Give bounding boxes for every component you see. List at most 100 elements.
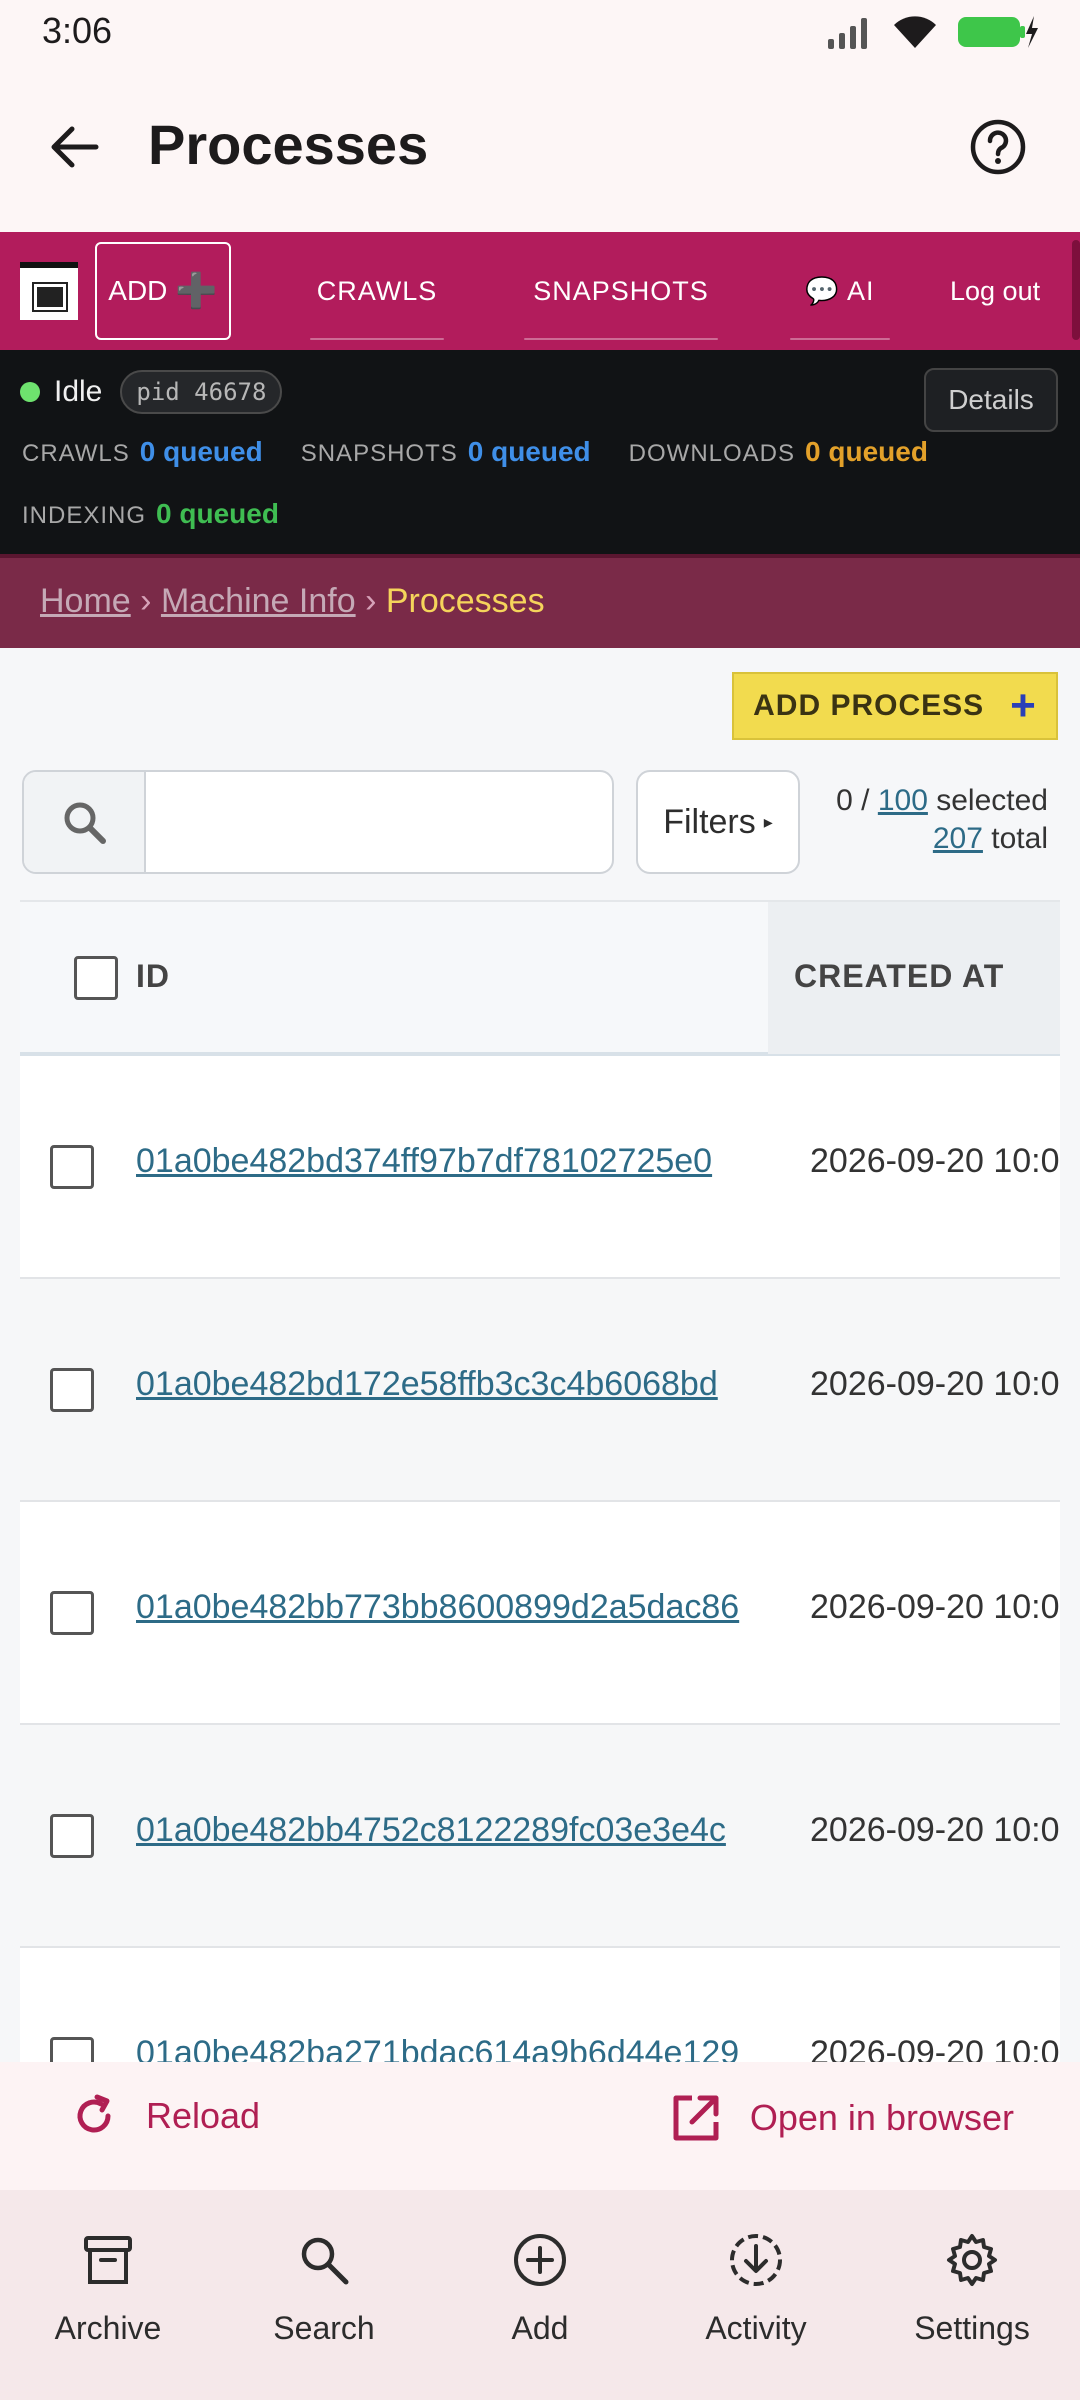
nav-add-button[interactable]: ADD ➕ <box>95 242 231 340</box>
queue-label-downloads: DOWNLOADS <box>628 440 796 467</box>
reload-button[interactable]: Reload <box>70 2092 260 2140</box>
search-icon <box>64 802 106 844</box>
bottom-tab-settings[interactable]: Settings <box>864 2190 1080 2400</box>
queue-summary: CRAWLS 0 queued SNAPSHOTS 0 queued DOWNL… <box>22 436 928 468</box>
open-in-browser-button[interactable]: Open in browser <box>670 2092 1014 2144</box>
page-title: Processes <box>148 113 429 176</box>
search-input[interactable] <box>148 772 612 872</box>
table-row: 01a0be482bb773bb8600899d2a5dac86 2026-09… <box>20 1502 1060 1725</box>
breadcrumb-separator: › <box>365 582 377 620</box>
app-bar: Processes <box>0 62 1080 232</box>
archivebox-logo-icon[interactable] <box>20 262 78 320</box>
row-checkbox[interactable] <box>50 1814 94 1858</box>
queue-value-indexing: 0 queued <box>156 498 279 529</box>
total-label: total <box>991 822 1048 855</box>
nav-scrollbar[interactable] <box>1072 240 1080 340</box>
selected-count: 0 <box>836 784 853 817</box>
breadcrumb-machine-info-link[interactable]: Machine Info <box>161 582 356 620</box>
queue-label-snapshots: SNAPSHOTS <box>300 440 458 467</box>
row-checkbox[interactable] <box>50 1591 94 1635</box>
selection-counter: 0 / 100 selected 207 total <box>836 784 1048 855</box>
triangle-right-icon: ▸ <box>763 811 773 832</box>
table-row: 01a0be482ba271bdac614a9b6d44e129 2026-09… <box>20 1948 1060 2062</box>
search-box <box>22 770 614 874</box>
reload-icon <box>77 2094 111 2133</box>
bottom-tab-label: Activity <box>705 2310 807 2346</box>
table-row: 01a0be482bd374ff97b7df78102725e0 2026-09… <box>20 1056 1060 1279</box>
details-button[interactable]: Details <box>924 368 1058 432</box>
nav-item-ai[interactable]: 💬 AI <box>790 232 890 350</box>
open-external-icon <box>673 2095 719 2141</box>
changelist-content: ADD PROCESS + Filters ▸ 0 / 100 selected… <box>0 648 1080 2062</box>
table-row: 01a0be482bb4752c8122289fc03e3e4c 2026-09… <box>20 1725 1060 1948</box>
results-table: ID CREATED AT 01a0be482bd374ff97b7df7810… <box>20 900 1060 2062</box>
selected-label: selected <box>936 784 1048 817</box>
status-time: 3:06 <box>42 10 113 51</box>
filters-button[interactable]: Filters ▸ <box>636 770 800 874</box>
breadcrumb-home-link[interactable]: Home <box>40 582 131 620</box>
process-id-link[interactable]: 01a0be482bd374ff97b7df78102725e0 <box>136 1142 712 1181</box>
add-process-button[interactable]: ADD PROCESS + <box>732 672 1058 740</box>
queue-label-crawls: CRAWLS <box>22 440 130 467</box>
filters-label: Filters <box>663 802 756 841</box>
reload-label: Reload <box>146 2095 261 2136</box>
bottom-tab-label: Archive <box>54 2310 162 2346</box>
bottom-tab-label: Search <box>273 2310 375 2346</box>
breadcrumb-current: Processes <box>385 582 545 620</box>
battery-charging-icon <box>958 16 1038 48</box>
add-process-label: ADD PROCESS <box>753 689 985 722</box>
row-checkbox[interactable] <box>50 1145 94 1189</box>
row-checkbox[interactable] <box>50 2037 94 2062</box>
add-circle-icon <box>514 2234 566 2286</box>
breadcrumb-separator: › <box>140 582 152 620</box>
archive-icon <box>84 2236 132 2284</box>
created-at-cell: 2026-09-20 10:0 <box>810 1588 1060 1626</box>
nav-add-label: ADD <box>108 275 168 306</box>
help-icon[interactable] <box>968 117 1028 177</box>
download-activity-icon <box>730 2234 782 2286</box>
created-at-cell: 2026-09-20 10:0 <box>810 2034 1060 2062</box>
bottom-tab-activity[interactable]: Activity <box>648 2190 864 2400</box>
nav-item-logout[interactable]: Log out <box>950 232 1080 350</box>
wifi-icon <box>894 16 936 48</box>
table-row: 01a0be482bd172e58ffb3c3c4b6068bd 2026-09… <box>20 1279 1060 1502</box>
bottom-tab-search[interactable]: Search <box>216 2190 432 2400</box>
nav-item-snapshots[interactable]: SNAPSHOTS <box>524 232 718 350</box>
gear-icon <box>947 2234 997 2286</box>
bottom-tab-archive[interactable]: Archive <box>0 2190 216 2400</box>
queue-value-crawls: 0 queued <box>139 436 263 467</box>
total-count-link[interactable]: 207 <box>933 822 983 855</box>
breadcrumb: Home › Machine Info › Processes <box>0 558 1080 648</box>
created-at-cell: 2026-09-20 10:0 <box>810 1142 1060 1180</box>
queue-summary-indexing: INDEXING 0 queued <box>22 498 279 530</box>
back-arrow-icon[interactable] <box>44 117 104 177</box>
plus-icon: + <box>1010 681 1037 730</box>
search-icon <box>301 2237 349 2285</box>
process-id-link[interactable]: 01a0be482ba271bdac614a9b6d44e129 <box>136 2034 739 2062</box>
process-id-link[interactable]: 01a0be482bd172e58ffb3c3c4b6068bd <box>136 1365 718 1404</box>
top-nav: ADD ➕ CRAWLS SNAPSHOTS 💬 AI Log out <box>0 232 1080 350</box>
process-id-link[interactable]: 01a0be482bb773bb8600899d2a5dac86 <box>136 1588 739 1627</box>
open-in-browser-label: Open in browser <box>749 2097 1014 2138</box>
bottom-tab-label: Add <box>511 2310 569 2346</box>
search-button[interactable] <box>24 772 146 872</box>
select-all-checkbox[interactable] <box>74 956 118 1000</box>
queue-value-snapshots: 0 queued <box>467 436 591 467</box>
plus-icon: ➕ <box>175 272 218 310</box>
status-bar: 3:06 <box>0 0 1080 62</box>
webview-actions-bar: Reload Open in browser <box>0 2062 1080 2190</box>
column-header-created-at[interactable]: CREATED AT <box>794 958 1004 995</box>
queue-value-downloads: 0 queued <box>805 436 928 467</box>
nav-item-crawls[interactable]: CRAWLS <box>310 232 444 350</box>
pid-badge: pid 46678 <box>120 370 283 414</box>
process-id-link[interactable]: 01a0be482bb4752c8122289fc03e3e4c <box>136 1811 726 1850</box>
row-checkbox[interactable] <box>50 1368 94 1412</box>
status-dot-icon <box>20 382 40 402</box>
page-size-link[interactable]: 100 <box>878 784 928 817</box>
created-at-cell: 2026-09-20 10:0 <box>810 1365 1060 1403</box>
bottom-tab-label: Settings <box>914 2310 1030 2346</box>
column-header-id[interactable]: ID <box>136 958 170 995</box>
created-at-cell: 2026-09-20 10:0 <box>810 1811 1060 1849</box>
table-header: ID CREATED AT <box>20 900 1060 1056</box>
bottom-tab-add[interactable]: Add <box>432 2190 648 2400</box>
